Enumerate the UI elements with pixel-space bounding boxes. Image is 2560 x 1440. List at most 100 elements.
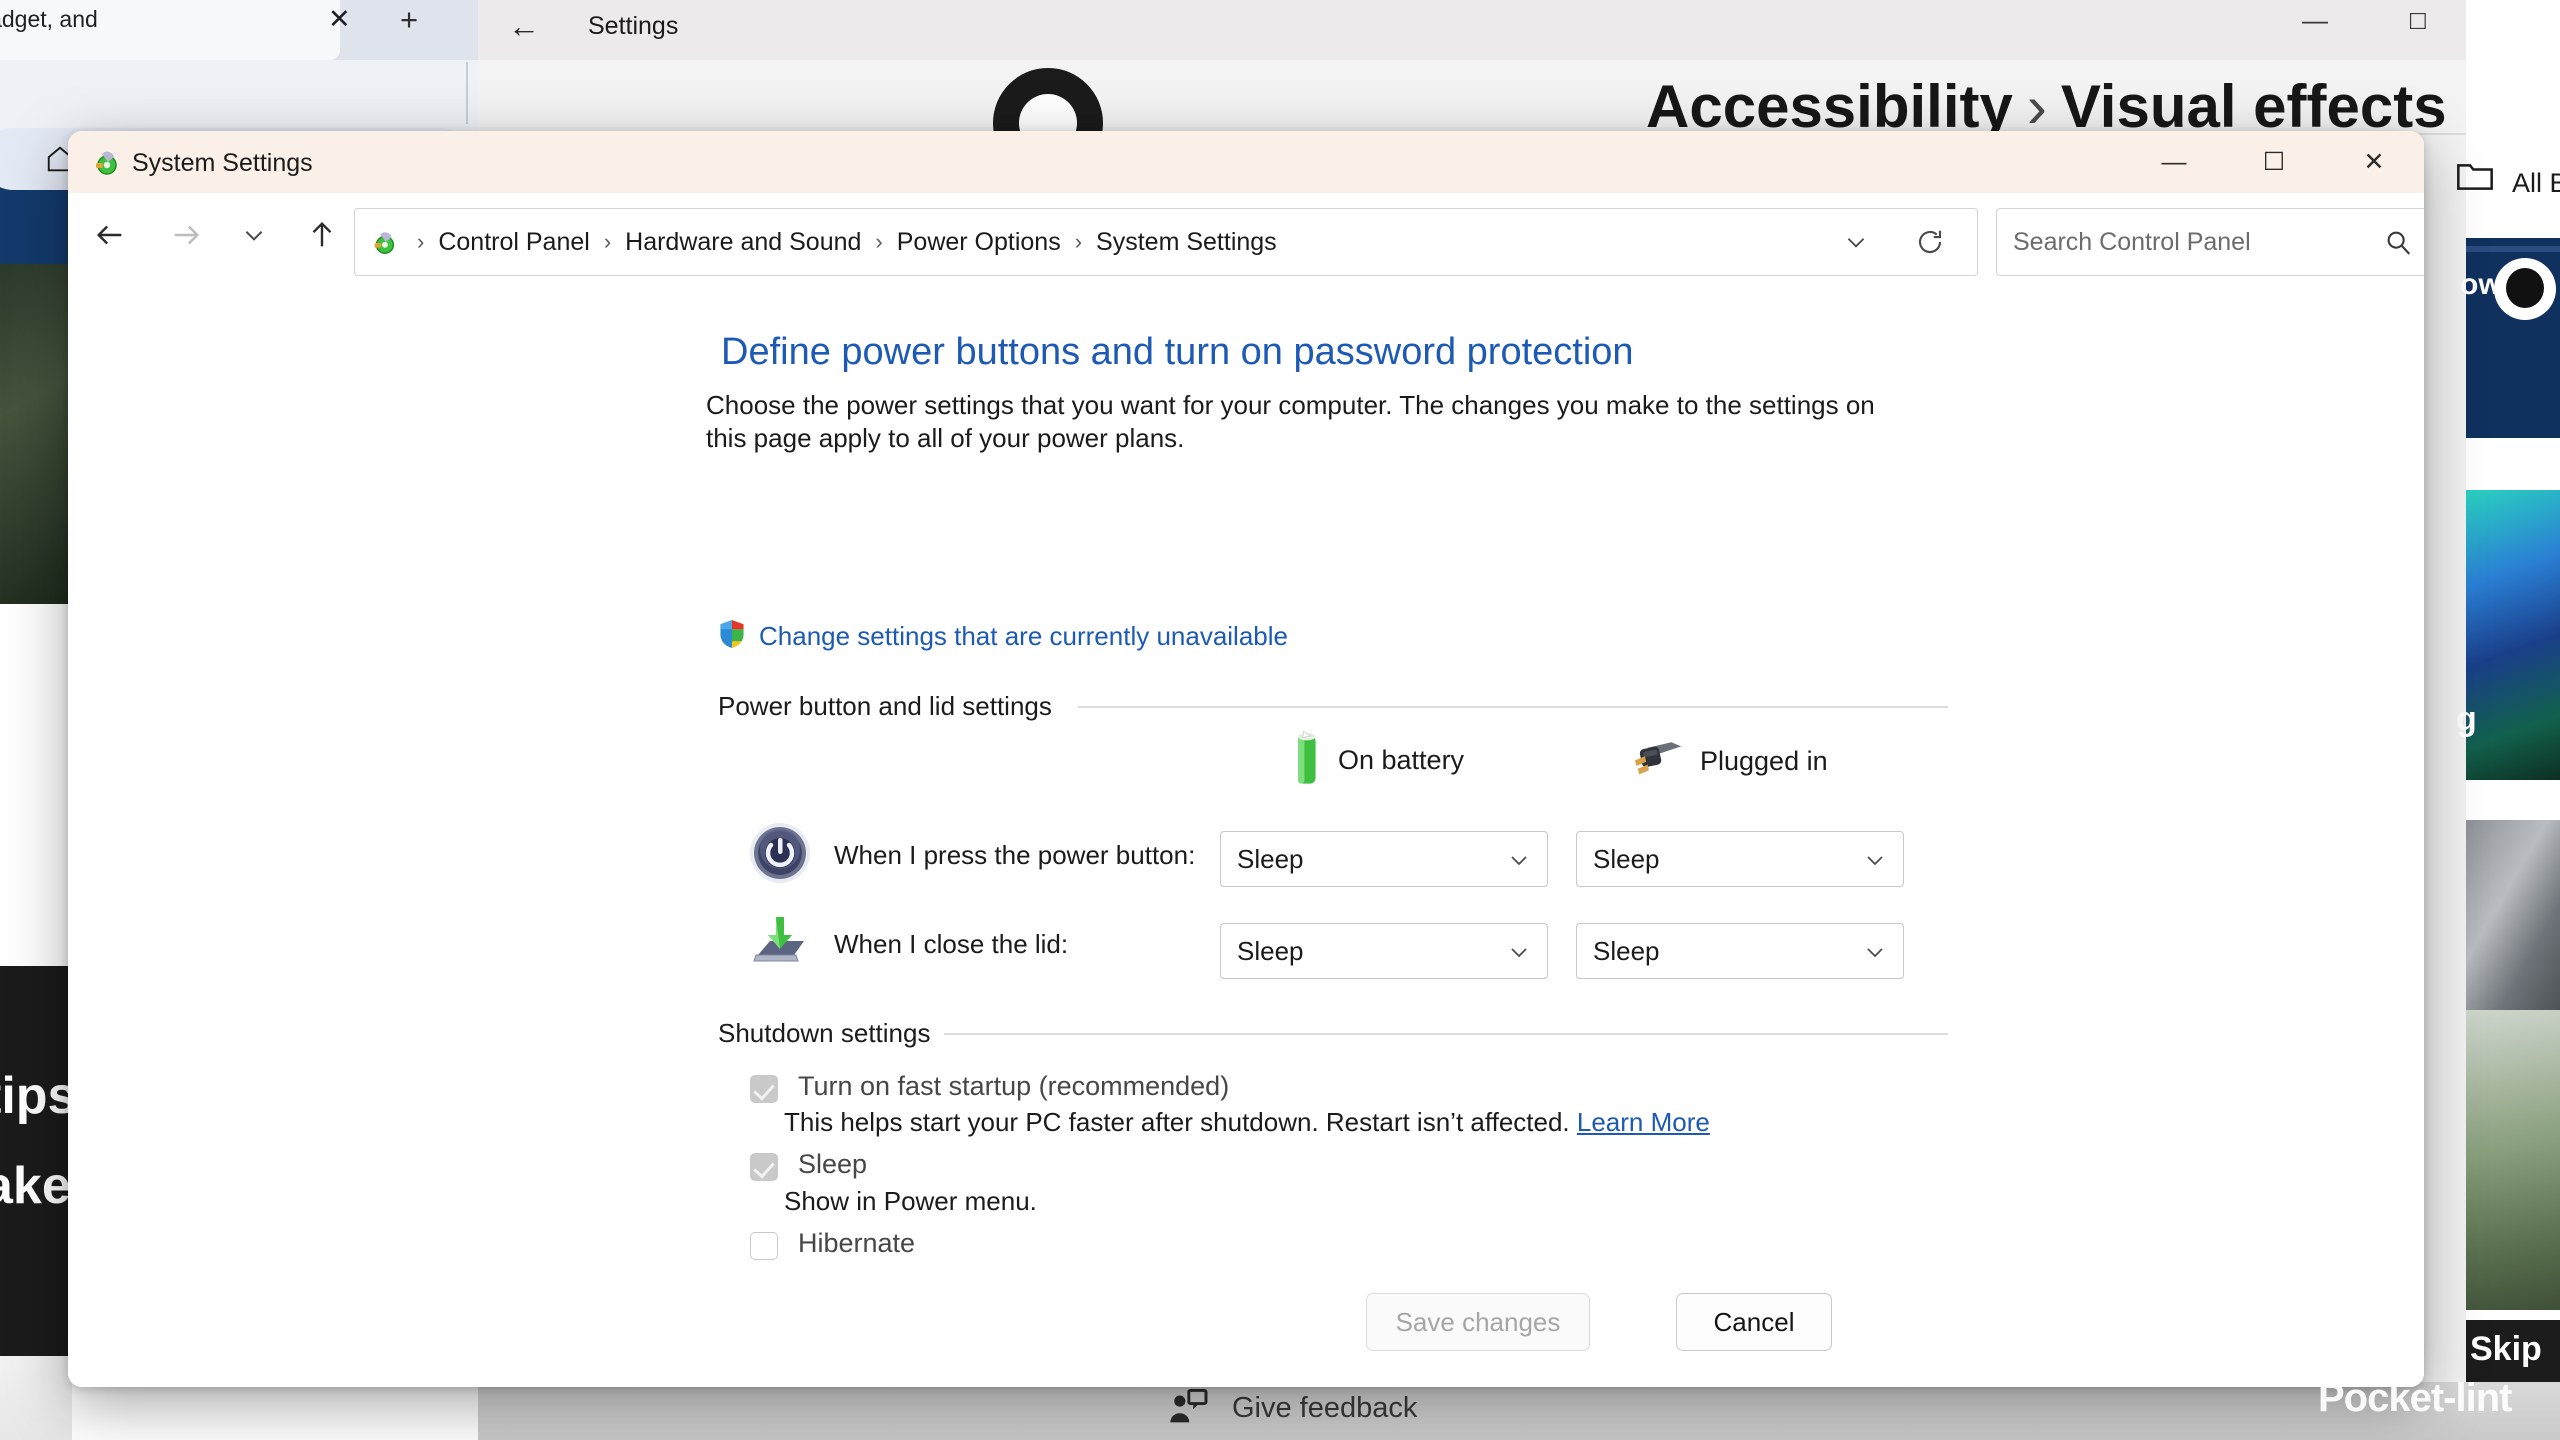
checkbox-row-hibernate[interactable]: Hibernate [750,1228,915,1260]
checkbox-hibernate[interactable] [750,1232,778,1260]
page-description: Choose the power settings that you want … [706,389,1911,455]
change-unavailable-settings-row[interactable]: Change settings that are currently unava… [718,619,1288,654]
webpage-right-strip: ow g Skip [2466,0,2560,1440]
webpage-article-headline-1: g [2456,700,2477,739]
laptop-lid-icon [748,913,812,976]
dialog-navigation-bar: › Control Panel › Hardware and Sound › P… [68,193,2424,285]
webpage-now-text: ow [2460,268,2502,302]
refresh-icon[interactable] [1915,227,1945,262]
breadcrumb-control-panel[interactable]: Control Panel [434,228,593,257]
browser-tab-close-icon[interactable]: ✕ [328,4,351,35]
nav-recent-locations-button[interactable] [224,205,284,265]
nav-back-button[interactable] [80,205,140,265]
column-header-on-battery: On battery [1290,729,1464,792]
dialog-title: System Settings [132,149,313,178]
browser-omnibar-divider [466,62,468,124]
settings-app-title: Settings [588,12,678,41]
feedback-person-icon [1168,1388,1208,1429]
breadcrumb-power-options[interactable]: Power Options [893,228,1065,257]
screen: ← Settings — ☐ ✕ Accessibility›Visual ef… [0,0,2560,1440]
webpage-navy-rule [2466,246,2560,252]
webpage-account-avatar[interactable] [2494,258,2556,320]
breadcrumb-hardware-and-sound[interactable]: Hardware and Sound [621,228,865,257]
dialog-footer: Save changes Cancel [68,1263,2424,1387]
pocketlint-watermark: Pocket-lint [2318,1376,2511,1421]
settings-heading-visual-effects: Visual effects [2061,73,2447,140]
settings-minimize-button[interactable]: — [2302,5,2328,36]
webpage-article-image-1 [2466,490,2560,780]
webpage-left-strip: es tips ake RAL TECH [0,146,72,1440]
chevron-down-icon[interactable] [1863,940,1887,969]
cancel-button[interactable]: Cancel [1676,1293,1832,1351]
combo-close-lid-on-battery[interactable]: Sleep [1220,923,1548,979]
chevron-down-icon[interactable] [1507,848,1531,877]
system-settings-icon [90,146,122,183]
save-changes-button[interactable]: Save changes [1366,1293,1590,1351]
breadcrumb-system-settings[interactable]: System Settings [1092,228,1281,257]
row-close-lid-label: When I close the lid: [834,929,1068,960]
dialog-titlebar: System Settings — ☐ ✕ [68,131,2424,193]
checkbox-hibernate-label: Hibernate [798,1228,915,1259]
checkbox-sleep[interactable] [750,1153,778,1181]
search-input[interactable] [2013,209,2373,275]
address-bar[interactable]: › Control Panel › Hardware and Sound › P… [354,208,1978,276]
checkbox-fast-startup[interactable] [750,1075,778,1103]
combo-close-lid-plugged-in[interactable]: Sleep [1576,923,1904,979]
breadcrumb-separator-3: › [1065,229,1092,255]
shutdown-group-divider [930,1033,1948,1035]
control-panel-icon [369,227,399,257]
dialog-maximize-button[interactable]: ☐ [2224,131,2324,193]
chevron-down-icon[interactable] [1863,848,1887,877]
webpage-left-grey-band [0,1356,72,1440]
dialog-window-controls: — ☐ ✕ [2124,131,2424,193]
combo-power-button-on-battery[interactable]: Sleep [1220,831,1548,887]
uac-shield-icon [718,619,746,654]
search-icon[interactable] [2383,227,2413,262]
power-plug-icon [1628,739,1684,784]
combo-power-button-on-battery-value: Sleep [1237,844,1304,875]
settings-back-arrow-icon[interactable]: ← [508,8,540,45]
nav-up-button[interactable] [292,205,352,265]
dialog-close-button[interactable]: ✕ [2324,131,2424,193]
settings-maximize-button[interactable]: ☐ [2408,9,2428,35]
power-group-label: Power button and lid settings [718,691,1066,722]
checkbox-fast-startup-label: Turn on fast startup (recommended) [798,1071,1229,1102]
system-settings-dialog: System Settings — ☐ ✕ [68,131,2424,1387]
webpage-left-ake-text: ake [0,1156,71,1216]
bookmarks-bar-label[interactable]: All B [2512,168,2560,199]
browser-new-tab-button[interactable]: + [400,2,418,38]
webpage-left-tips-text: tips [0,1066,76,1126]
learn-more-link[interactable]: Learn More [1577,1107,1710,1137]
bookmarks-folder-icon[interactable] [2455,160,2495,199]
column-header-plugged-in: Plugged in [1628,739,1828,784]
sleep-description: Show in Power menu. [784,1186,1037,1217]
give-feedback-label[interactable]: Give feedback [1232,1392,1417,1425]
settings-heading-accessibility: Accessibility [1646,73,2013,140]
page-title: Define power buttons and turn on passwor… [721,331,1634,374]
checkbox-row-sleep[interactable]: Sleep [750,1149,867,1181]
nav-forward-button [156,205,216,265]
settings-titlebar: ← Settings — ☐ ✕ [478,0,2560,60]
combo-power-button-plugged-in[interactable]: Sleep [1576,831,1904,887]
dialog-minimize-button[interactable]: — [2124,131,2224,193]
breadcrumb-separator-0: › [407,229,434,255]
breadcrumb-separator-1: › [594,229,621,255]
row-power-button-label: When I press the power button: [834,840,1195,871]
row-power-button: When I press the power button: [748,821,1195,890]
battery-icon [1290,729,1322,792]
address-dropdown-chevron-down-icon[interactable] [1843,229,1869,260]
webpage-left-hero-image [0,264,72,604]
power-button-icon [748,821,812,890]
browser-omnibar: pocket-lint.com [0,66,478,128]
column-header-on-battery-label: On battery [1338,745,1464,776]
browser-tab-strip: et-lint | Phone, gadget, and ✕ + [0,0,478,60]
settings-heading-separator: › [2013,73,2061,140]
webpage-skip-label[interactable]: Skip [2470,1330,2542,1369]
chevron-down-icon[interactable] [1507,940,1531,969]
change-unavailable-settings-link[interactable]: Change settings that are currently unava… [759,621,1288,652]
shutdown-group-label: Shutdown settings [718,1018,944,1049]
search-control-panel-box[interactable] [1996,208,2424,276]
row-close-lid: When I close the lid: [748,913,1068,976]
fast-startup-description-text: This helps start your PC faster after sh… [784,1107,1570,1137]
checkbox-row-fast-startup[interactable]: Turn on fast startup (recommended) [750,1071,1229,1103]
